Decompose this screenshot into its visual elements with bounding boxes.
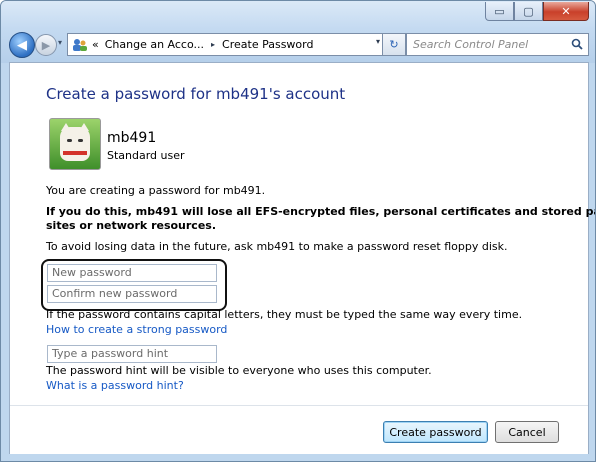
capital-letters-note: If the password contains capital letters… xyxy=(46,308,523,321)
address-dropdown-icon[interactable]: ▾ xyxy=(376,37,380,46)
cancel-button[interactable]: Cancel xyxy=(495,421,559,443)
hint-visibility-note: The password hint will be visible to eve… xyxy=(46,364,432,377)
forward-button[interactable]: ▶ xyxy=(35,34,57,56)
minimize-button[interactable]: ▭ xyxy=(485,2,514,21)
history-dropdown-icon[interactable]: ▾ xyxy=(58,38,62,47)
user-type: Standard user xyxy=(107,149,185,162)
warning-text-line1: If you do this, mb491 will lose all EFS-… xyxy=(46,205,595,218)
intro-text: You are creating a password for mb491. xyxy=(46,184,266,197)
page-title: Create a password for mb491's account xyxy=(46,85,346,103)
password-hint-link[interactable]: What is a password hint? xyxy=(46,379,184,392)
confirm-password-field[interactable]: Confirm new password xyxy=(47,285,217,303)
cat-face xyxy=(60,127,90,161)
refresh-button[interactable]: ↻ xyxy=(382,33,406,56)
password-hint-field[interactable]: Type a password hint xyxy=(47,345,217,363)
breadcrumb-item-change-account[interactable]: Change an Acco... xyxy=(105,38,204,51)
search-placeholder: Search Control Panel xyxy=(413,38,529,51)
maximize-button[interactable]: ▢ xyxy=(514,2,543,21)
control-panel-window: ▭ ▢ ✕ ◀ ▶ ▾ « Change an Acco... ▸ Create… xyxy=(0,0,596,462)
user-name: mb491 xyxy=(107,130,157,146)
search-box[interactable]: Search Control Panel xyxy=(406,33,589,56)
cat-collar xyxy=(63,151,87,155)
breadcrumb-overflow[interactable]: « xyxy=(92,38,99,51)
search-icon[interactable] xyxy=(571,38,583,50)
create-password-button[interactable]: Create password xyxy=(383,421,488,443)
address-bar[interactable]: « Change an Acco... ▸ Create Password ▾ xyxy=(67,33,383,56)
user-avatar xyxy=(49,118,101,170)
content-pane: Create a password for mb491's account mb… xyxy=(9,62,595,454)
user-accounts-icon xyxy=(73,38,87,51)
back-arrow-icon: ◀ xyxy=(17,37,27,53)
refresh-icon: ↻ xyxy=(389,38,399,51)
breadcrumb-item-create-password[interactable]: Create Password xyxy=(222,38,313,51)
cat-eye-left xyxy=(67,139,72,142)
caption-buttons: ▭ ▢ ✕ xyxy=(485,2,589,21)
breadcrumb-separator-icon[interactable]: ▸ xyxy=(211,40,215,49)
title-bar: ▭ ▢ ✕ ◀ ▶ ▾ « Change an Acco... ▸ Create… xyxy=(1,1,595,63)
warning-text-line2: sites or network resources. xyxy=(46,219,217,232)
close-button[interactable]: ✕ xyxy=(543,2,589,21)
navigation-bar: ◀ ▶ ▾ « Change an Acco... ▸ Create Passw… xyxy=(1,29,595,59)
new-password-field[interactable]: New password xyxy=(47,264,217,282)
forward-arrow-icon: ▶ xyxy=(41,38,51,52)
strong-password-link[interactable]: How to create a strong password xyxy=(46,323,227,336)
back-button[interactable]: ◀ xyxy=(9,32,35,58)
cat-eye-right xyxy=(78,139,83,142)
reset-disk-advice: To avoid losing data in the future, ask … xyxy=(46,240,508,253)
